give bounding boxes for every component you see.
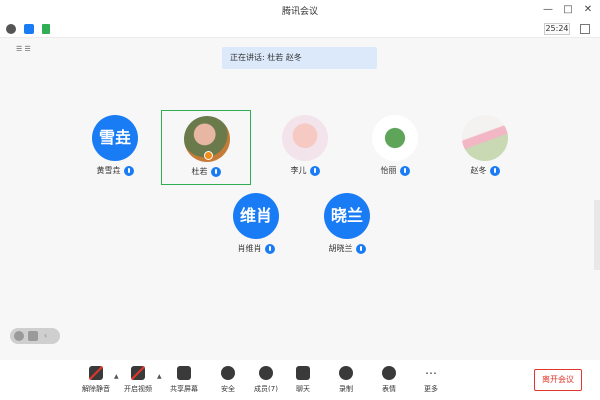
bottom-toolbar: 解除静音 ▲ 开启视频 ▲ 共享屏幕 安全 成员(7) 聊天 录制 表情 … 更… xyxy=(0,360,600,400)
maximize-icon[interactable]: □ xyxy=(560,2,576,18)
avatar xyxy=(462,115,508,161)
speaking-banner: 正在讲话: 杜若 赵冬 xyxy=(222,47,377,69)
participant-tile[interactable]: 赵冬 xyxy=(440,110,530,185)
more-label: 更多 xyxy=(424,385,438,393)
chat-bubble-icon xyxy=(28,331,38,341)
record-icon xyxy=(339,366,353,380)
side-panel-handle[interactable] xyxy=(594,200,600,270)
emoji-icon xyxy=(382,366,396,380)
mic-icon xyxy=(210,166,221,177)
avatar: 雪垚 xyxy=(92,115,138,161)
signal-icon[interactable] xyxy=(42,24,50,34)
mic-icon xyxy=(309,165,320,176)
participant-name: 怡丽 xyxy=(380,166,397,175)
mic-icon xyxy=(489,165,500,176)
mic-off-icon xyxy=(89,366,103,380)
avatar xyxy=(282,115,328,161)
avatar: 维肖 xyxy=(233,193,279,239)
share-screen-button[interactable]: 共享屏幕 xyxy=(164,366,204,394)
security-icon xyxy=(221,366,235,380)
shield-icon[interactable] xyxy=(24,24,34,34)
window-title: 腾讯会议 xyxy=(281,7,318,17)
participant-name: 肖维肖 xyxy=(237,244,262,253)
members-label: 成员(7) xyxy=(254,385,278,393)
participant-tile[interactable]: 李儿 xyxy=(260,110,350,185)
participant-tile[interactable]: 怡丽 xyxy=(350,110,440,185)
participant-tile[interactable]: 晓兰 胡晓兰 xyxy=(302,188,392,263)
chat-toggle[interactable]: ‹ xyxy=(10,328,60,344)
host-icon xyxy=(204,151,213,160)
mic-icon xyxy=(123,165,134,176)
avatar: 晓兰 xyxy=(324,193,370,239)
camera-off-icon xyxy=(131,366,145,380)
participant-tile-active[interactable]: 杜若 xyxy=(161,110,251,185)
participant-name: 胡晓兰 xyxy=(328,244,353,253)
meeting-window: 腾讯会议 — □ ✕ 25:24 ☰ ☰ 正在讲话: 杜若 赵冬 雪垚 黄雪垚 … xyxy=(0,0,600,400)
mic-icon xyxy=(264,243,275,254)
more-button[interactable]: … 更多 xyxy=(411,363,451,394)
participant-name: 李儿 xyxy=(290,166,307,175)
members-icon xyxy=(259,366,273,380)
avatar xyxy=(372,115,418,161)
participant-tile[interactable]: 维肖 肖维肖 xyxy=(211,188,301,263)
meeting-timer: 25:24 xyxy=(544,23,570,35)
video-label: 开启视频 xyxy=(124,385,152,393)
mute-button[interactable]: 解除静音 xyxy=(76,366,116,394)
reactions-button[interactable]: 表情 xyxy=(369,366,409,394)
share-screen-icon xyxy=(177,366,191,380)
chevron-left-icon: ‹ xyxy=(44,331,48,340)
members-button[interactable]: 成员(7) xyxy=(246,366,286,394)
title-bar: 腾讯会议 — □ ✕ xyxy=(0,0,600,20)
layout-icon[interactable] xyxy=(580,24,590,34)
record-button[interactable]: 录制 xyxy=(326,366,366,394)
close-icon[interactable]: ✕ xyxy=(580,2,596,18)
record-label: 录制 xyxy=(339,385,353,393)
security-button[interactable]: 安全 xyxy=(208,366,248,394)
share-label: 共享屏幕 xyxy=(170,385,198,393)
video-button[interactable]: 开启视频 xyxy=(118,366,158,394)
more-icon: … xyxy=(425,363,437,377)
chat-icon xyxy=(296,366,310,380)
status-bar: 25:24 xyxy=(0,20,600,38)
emoji-icon xyxy=(14,331,24,341)
mute-label: 解除静音 xyxy=(82,385,110,393)
participant-tile[interactable]: 雪垚 黄雪垚 xyxy=(70,110,160,185)
participant-name: 赵冬 xyxy=(470,166,487,175)
reactions-label: 表情 xyxy=(382,385,396,393)
chat-button[interactable]: 聊天 xyxy=(283,366,323,394)
chevron-up-icon[interactable]: ▲ xyxy=(157,373,162,380)
info-icon[interactable] xyxy=(6,24,16,34)
participant-name: 杜若 xyxy=(191,167,208,176)
chat-label: 聊天 xyxy=(296,385,310,393)
leave-meeting-button[interactable]: 离开会议 xyxy=(534,369,582,391)
mic-icon xyxy=(355,243,366,254)
view-switch[interactable]: ☰ ☰ xyxy=(16,45,31,53)
mic-icon xyxy=(399,165,410,176)
security-label: 安全 xyxy=(221,385,235,393)
minimize-icon[interactable]: — xyxy=(540,2,556,18)
participant-name: 黄雪垚 xyxy=(96,166,121,175)
